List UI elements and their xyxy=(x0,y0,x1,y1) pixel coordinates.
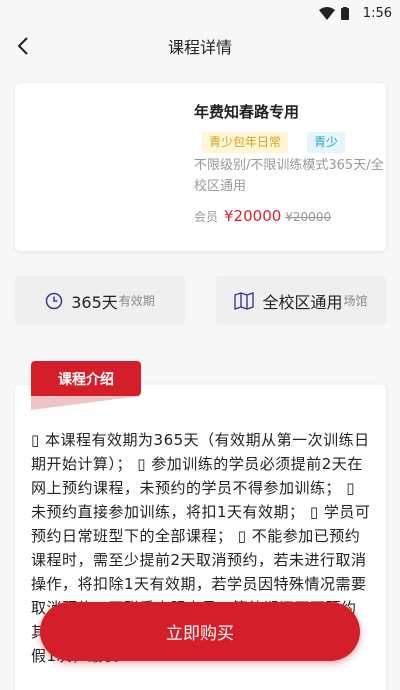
status-time: 1:56 xyxy=(362,5,392,21)
wifi-icon xyxy=(318,6,335,20)
page-title: 课程详情 xyxy=(167,38,232,57)
course-name: 年费知春路专用 xyxy=(194,103,300,121)
validity-value: 365天 xyxy=(71,292,118,312)
validity-box: 365天 有效期 xyxy=(15,276,185,325)
course-tag-primary: 青少包年日常 xyxy=(202,132,289,153)
intro-title: 课程介绍 xyxy=(31,361,141,396)
venue-label: 场馆 xyxy=(343,294,368,308)
nav-header: 课程详情 xyxy=(0,26,400,66)
status-bar: 1:56 xyxy=(0,0,400,26)
clock-icon xyxy=(45,292,63,309)
course-description: 不限级别/不限训练模式365天/全校区通用 xyxy=(194,158,384,194)
course-card: 年费知春路专用 青少包年日常 青少 不限级别/不限训练模式365天/全校区通用 … xyxy=(15,83,386,251)
member-price: ¥20000 xyxy=(224,207,282,225)
venue-value: 全校区通用 xyxy=(262,292,343,312)
price-row: 会员 ¥20000 ¥20000 xyxy=(194,207,331,225)
member-label: 会员 xyxy=(194,210,219,224)
map-icon xyxy=(234,291,255,310)
intro-ribbon-fold xyxy=(31,396,141,410)
original-price: ¥20000 xyxy=(285,210,332,224)
validity-label: 有效期 xyxy=(118,294,155,308)
buy-now-button[interactable]: 立即购买 xyxy=(40,602,360,661)
battery-icon xyxy=(340,6,349,20)
course-tag-secondary: 青少 xyxy=(307,132,346,153)
back-arrow-icon[interactable] xyxy=(12,34,36,58)
venue-box: 全校区通用 场馆 xyxy=(216,276,386,325)
